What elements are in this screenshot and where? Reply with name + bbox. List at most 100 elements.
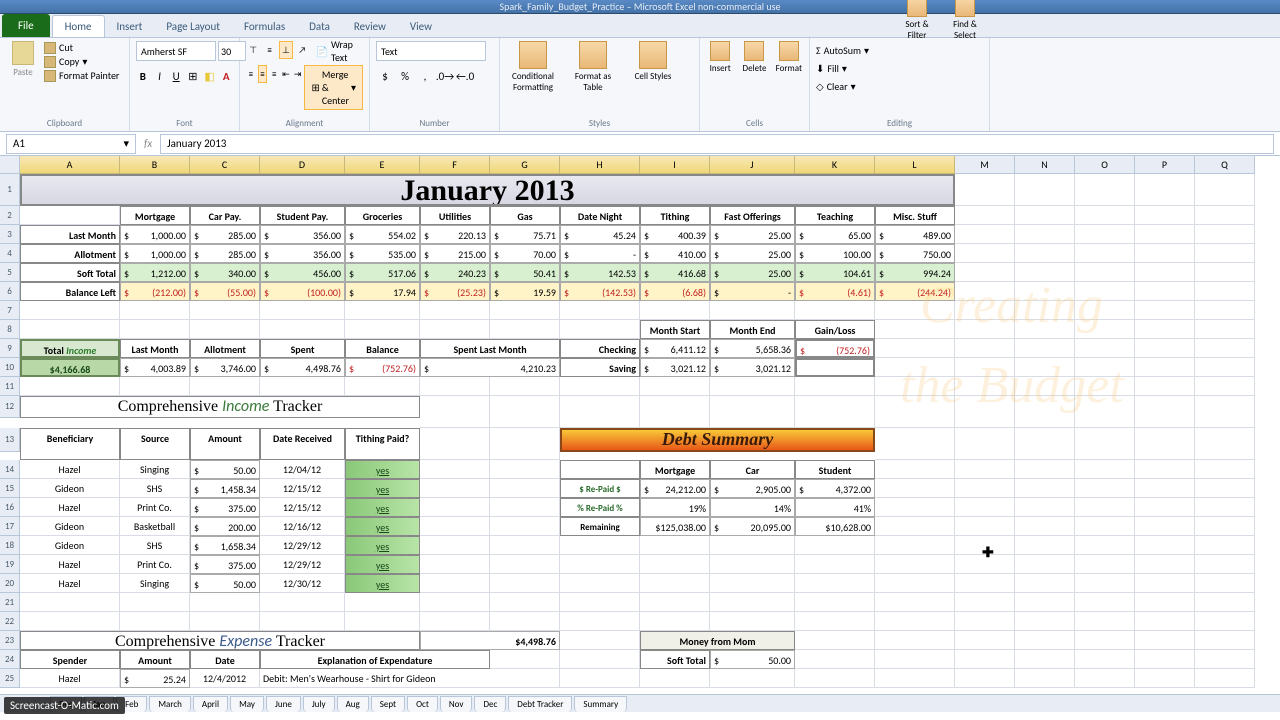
cell[interactable]: $554.02 (345, 225, 420, 244)
cell[interactable] (260, 593, 345, 612)
cell[interactable] (875, 517, 955, 536)
cell[interactable] (1075, 206, 1135, 225)
cell[interactable] (710, 301, 795, 320)
cell[interactable] (955, 479, 1015, 498)
fill-button[interactable]: ⬇ Fill ▾ (816, 59, 983, 77)
cell[interactable] (795, 301, 875, 320)
cell[interactable] (795, 555, 875, 574)
cell[interactable]: $75.71 (490, 225, 560, 244)
cell[interactable] (1195, 536, 1255, 555)
cell[interactable]: Car (710, 460, 795, 479)
cell[interactable]: $994.24 (875, 263, 955, 282)
select-all[interactable] (0, 156, 20, 174)
sheet-tab[interactable]: Sept (371, 696, 405, 712)
cell[interactable] (955, 612, 1015, 631)
cell[interactable] (1135, 574, 1195, 593)
cell[interactable]: Car Pay. (190, 206, 260, 225)
cell[interactable] (120, 377, 190, 396)
cell[interactable]: $70.00 (490, 244, 560, 263)
cell[interactable] (1195, 498, 1255, 517)
accounting-button[interactable]: $ (376, 67, 394, 85)
cell[interactable]: $4,210.23 (420, 358, 560, 377)
align-bottom-button[interactable]: ⊥ (279, 41, 293, 59)
cell[interactable] (710, 612, 795, 631)
wrap-text-button[interactable]: 📄 Wrap Text (312, 41, 363, 61)
cell[interactable] (1075, 650, 1135, 669)
cell[interactable]: Date Night (560, 206, 640, 225)
col-header-K[interactable]: K (795, 156, 875, 174)
cell[interactable] (795, 358, 875, 377)
cell[interactable]: Debit: Men's Wearhouse - Shirt for Gideo… (260, 669, 560, 688)
cond-format-button[interactable]: Conditional Formatting (506, 41, 560, 93)
cell[interactable]: Gain/Loss (795, 320, 875, 339)
cell[interactable]: Hazel (20, 460, 120, 479)
row-header[interactable]: 13 (0, 428, 20, 452)
cell[interactable] (1195, 612, 1255, 631)
decrease-decimal-button[interactable]: ←.0 (456, 67, 474, 85)
percent-button[interactable]: % (396, 67, 414, 85)
outdent-button[interactable]: ⇤ (281, 65, 291, 83)
cell[interactable] (1075, 263, 1135, 282)
cell[interactable] (260, 377, 345, 396)
cell[interactable] (1015, 263, 1075, 282)
cell[interactable] (120, 593, 190, 612)
cell[interactable] (560, 574, 640, 593)
cell[interactable] (1195, 263, 1255, 282)
cell[interactable] (1135, 517, 1195, 536)
cut-button[interactable]: Cut (44, 41, 119, 54)
cell[interactable]: Mortgage (640, 460, 710, 479)
cell[interactable] (560, 631, 640, 650)
cell[interactable] (1195, 244, 1255, 263)
cell[interactable] (420, 517, 490, 536)
cell[interactable] (875, 428, 955, 460)
cell[interactable]: 12/29/12 (260, 536, 345, 555)
cell[interactable]: $3,746.00 (190, 358, 260, 377)
cell[interactable] (120, 612, 190, 631)
cell[interactable] (560, 301, 640, 320)
cell[interactable]: $50.41 (490, 263, 560, 282)
cell[interactable]: $416.68 (640, 263, 710, 282)
cell[interactable]: $215.00 (420, 244, 490, 263)
cell[interactable]: Balance (345, 339, 420, 358)
cell[interactable] (1135, 339, 1195, 358)
cell[interactable]: $200.00 (190, 517, 260, 536)
page-title[interactable]: January 2013 (20, 174, 955, 206)
cell[interactable] (560, 612, 640, 631)
cell[interactable] (955, 669, 1015, 688)
cell[interactable] (420, 460, 490, 479)
cell[interactable] (795, 650, 875, 669)
col-header-M[interactable]: M (955, 156, 1015, 174)
comma-button[interactable]: , (416, 67, 434, 85)
cell[interactable] (1015, 320, 1075, 339)
cell[interactable] (1015, 282, 1075, 301)
cell[interactable] (795, 593, 875, 612)
cell[interactable] (955, 631, 1015, 650)
cell[interactable]: 12/15/12 (260, 498, 345, 517)
cell[interactable]: Debt Summary (560, 428, 875, 452)
cell[interactable]: Mortgage (120, 206, 190, 225)
cell[interactable] (875, 669, 955, 688)
cell[interactable] (1195, 301, 1255, 320)
row-header[interactable]: 10 (0, 358, 20, 377)
cell[interactable] (955, 574, 1015, 593)
cell[interactable]: $25.24 (120, 669, 190, 688)
cell[interactable]: Hazel (20, 574, 120, 593)
cell[interactable] (955, 593, 1015, 612)
cell[interactable]: % Re-Paid % (560, 498, 640, 517)
cell[interactable] (20, 593, 120, 612)
cell[interactable] (420, 536, 490, 555)
cell[interactable] (1195, 631, 1255, 650)
cell[interactable]: $(25.23) (420, 282, 490, 301)
cell[interactable]: $6,411.12 (640, 339, 710, 358)
cell[interactable] (710, 396, 795, 428)
cell[interactable] (1195, 428, 1255, 460)
row-header[interactable]: 17 (0, 517, 20, 536)
cell[interactable]: Tithing Paid? (345, 428, 420, 460)
cell[interactable]: $(212.00) (120, 282, 190, 301)
row-header[interactable]: 18 (0, 536, 20, 555)
cell[interactable] (190, 612, 260, 631)
copy-button[interactable]: Copy ▾ (44, 55, 119, 68)
cell[interactable] (875, 396, 955, 428)
cell[interactable] (955, 517, 1015, 536)
cell[interactable] (1135, 263, 1195, 282)
